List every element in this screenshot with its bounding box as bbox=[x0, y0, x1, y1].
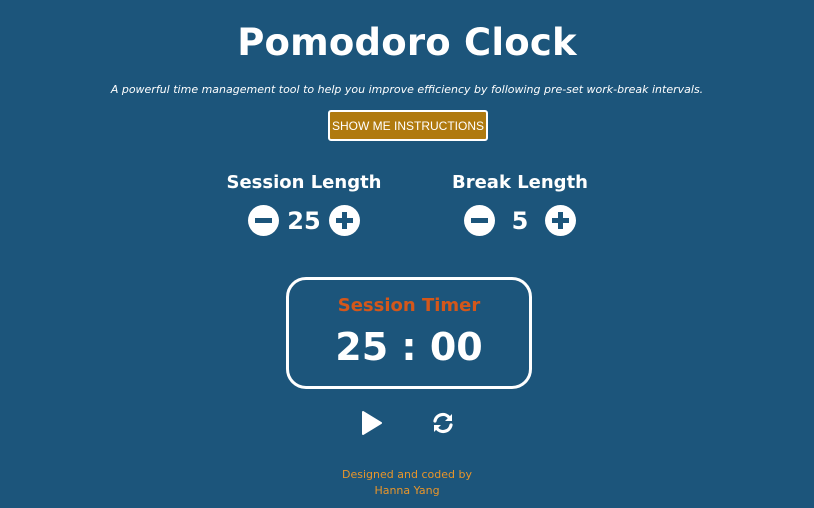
minus-circle-icon bbox=[255, 218, 272, 223]
break-decrement-button[interactable] bbox=[464, 205, 495, 236]
minus-circle-icon bbox=[471, 218, 488, 223]
session-increment-button[interactable] bbox=[329, 205, 360, 236]
break-length-label: Break Length bbox=[452, 172, 588, 193]
break-increment-button[interactable] bbox=[545, 205, 576, 236]
footer-author-name: Hanna Yang bbox=[374, 484, 440, 497]
break-length-value: 5 bbox=[511, 207, 529, 235]
timer-label: Session Timer bbox=[337, 295, 481, 316]
page-title: Pomodoro Clock bbox=[237, 21, 577, 64]
session-length-value: 25 bbox=[287, 207, 321, 235]
footer-credit-line: Designed and coded by bbox=[342, 468, 472, 481]
refresh-icon bbox=[433, 412, 453, 434]
session-decrement-button[interactable] bbox=[248, 205, 279, 236]
session-length-label: Session Length bbox=[226, 172, 382, 193]
play-button[interactable] bbox=[360, 410, 384, 436]
play-icon bbox=[362, 411, 382, 435]
reset-button[interactable] bbox=[430, 410, 456, 436]
page-subtitle: A powerful time management tool to help … bbox=[110, 83, 704, 96]
show-instructions-button[interactable]: SHOW ME INSTRUCTIONS bbox=[328, 110, 488, 141]
timer-value: 25 : 00 bbox=[335, 325, 483, 369]
